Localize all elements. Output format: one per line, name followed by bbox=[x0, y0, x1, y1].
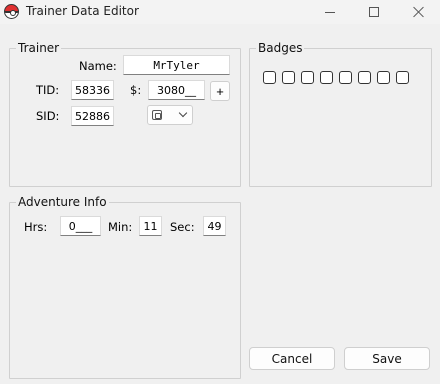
badge-checkbox[interactable] bbox=[396, 71, 409, 84]
trainer-group-label: Trainer bbox=[16, 41, 62, 55]
min-field[interactable]: 11 bbox=[139, 216, 162, 236]
badges-group-label: Badges bbox=[256, 41, 305, 55]
hrs-label: Hrs: bbox=[24, 220, 48, 234]
money-field[interactable]: 3080__ bbox=[148, 80, 205, 100]
close-button[interactable] bbox=[398, 0, 438, 24]
game-version-combo[interactable] bbox=[147, 105, 193, 125]
chevron-down-icon bbox=[178, 108, 188, 118]
minimize-icon bbox=[325, 11, 335, 13]
title-bar: Trainer Data Editor bbox=[0, 0, 440, 24]
badge-checkbox[interactable] bbox=[320, 71, 333, 84]
window-title: Trainer Data Editor bbox=[26, 4, 139, 18]
money-label: $: bbox=[130, 83, 142, 97]
close-icon bbox=[412, 6, 424, 18]
badge-checkbox[interactable] bbox=[358, 71, 371, 84]
sid-field[interactable]: 52886 bbox=[71, 106, 114, 126]
sec-label: Sec: bbox=[170, 220, 195, 234]
pokeball-icon bbox=[4, 4, 19, 19]
badges-group: Badges bbox=[249, 41, 432, 187]
maximize-button[interactable] bbox=[354, 0, 394, 24]
badge-checkbox[interactable] bbox=[339, 71, 352, 84]
tid-field[interactable]: 58336 bbox=[71, 80, 114, 100]
badge-checkbox[interactable] bbox=[301, 71, 314, 84]
name-field[interactable]: MrTyler bbox=[123, 55, 230, 75]
badge-checkbox[interactable] bbox=[377, 71, 390, 84]
min-label: Min: bbox=[108, 220, 133, 234]
badge-checkbox[interactable] bbox=[263, 71, 276, 84]
maximize-icon bbox=[369, 7, 379, 17]
sec-field[interactable]: 49 bbox=[203, 216, 226, 236]
add-money-button[interactable]: + bbox=[210, 81, 230, 101]
sid-label: SID: bbox=[36, 109, 60, 123]
tid-label: TID: bbox=[36, 83, 60, 97]
game-version-icon bbox=[152, 110, 162, 120]
cancel-button[interactable]: Cancel bbox=[249, 347, 335, 370]
adventure-info-group-label: Adventure Info bbox=[16, 195, 109, 209]
save-button[interactable]: Save bbox=[344, 347, 430, 370]
badge-checkbox[interactable] bbox=[282, 71, 295, 84]
minimize-button[interactable] bbox=[310, 0, 350, 24]
name-label: Name: bbox=[79, 59, 117, 73]
hrs-field[interactable]: 0___ bbox=[60, 216, 101, 236]
